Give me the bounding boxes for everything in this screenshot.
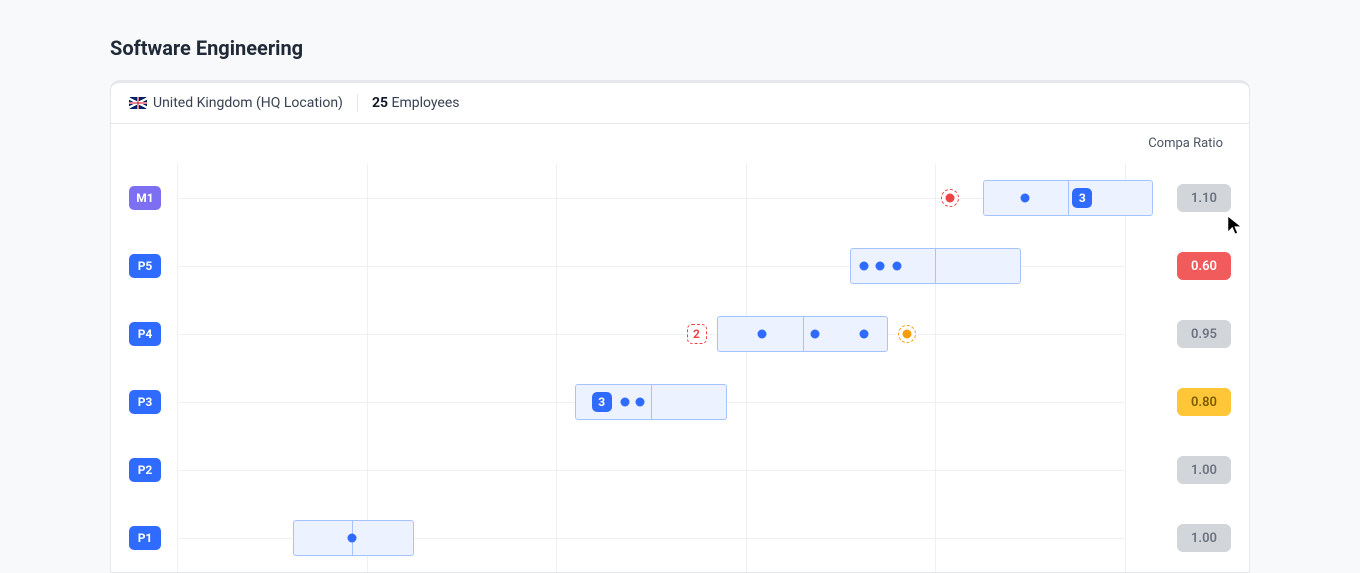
compa-ratio-header: Compa Ratio xyxy=(1148,136,1223,151)
level-badge[interactable]: P2 xyxy=(129,458,161,482)
band-midpoint xyxy=(651,385,652,419)
location: United Kingdom (HQ Location) xyxy=(129,95,343,111)
level-badge[interactable]: P1 xyxy=(129,526,161,550)
employee-dot[interactable] xyxy=(757,330,766,339)
salary-track: 3 xyxy=(177,368,1125,436)
level-badge[interactable]: P5 xyxy=(129,254,161,278)
band-midpoint xyxy=(935,249,936,283)
compa-ratio-pill[interactable]: 0.95 xyxy=(1177,320,1231,348)
location-label: United Kingdom (HQ Location) xyxy=(153,95,343,111)
compa-ratio-pill[interactable]: 0.80 xyxy=(1177,388,1231,416)
level-badge[interactable]: M1 xyxy=(129,186,161,210)
card-header: United Kingdom (HQ Location) 25 Employee… xyxy=(111,83,1249,124)
level-row-p1: P1 1.00 xyxy=(129,504,1231,572)
level-row-p3: P3 3 0.80 xyxy=(129,368,1231,436)
salary-track: 2 xyxy=(177,300,1125,368)
salary-track xyxy=(177,436,1125,504)
flag-icon-uk xyxy=(129,97,147,109)
employee-cluster-chip[interactable]: 3 xyxy=(592,392,612,412)
salary-track xyxy=(177,504,1125,572)
band-midpoint xyxy=(1068,181,1069,215)
compensation-card: United Kingdom (HQ Location) 25 Employee… xyxy=(110,80,1250,573)
below-band-cluster-chip[interactable]: 2 xyxy=(687,324,707,344)
salary-track: 3 xyxy=(177,164,1125,232)
compa-ratio-pill[interactable]: 0.60 xyxy=(1177,252,1231,280)
compa-ratio-pill[interactable]: 1.00 xyxy=(1177,524,1231,552)
band-midpoint xyxy=(803,317,804,351)
level-badge[interactable]: P4 xyxy=(129,322,161,346)
employee-dot[interactable] xyxy=(621,398,630,407)
employee-count: 25 Employees xyxy=(372,95,460,111)
compa-chart: Compa Ratio M131.10P50.60P420.95P330.80P… xyxy=(111,124,1249,572)
compa-ratio-pill[interactable]: 1.10 xyxy=(1177,184,1231,212)
compa-ratio-pill[interactable]: 1.00 xyxy=(1177,456,1231,484)
employee-dot[interactable] xyxy=(635,398,644,407)
employee-dot[interactable] xyxy=(860,330,869,339)
employee-dot[interactable] xyxy=(860,262,869,271)
employee-dot[interactable] xyxy=(893,262,902,271)
employee-dot[interactable] xyxy=(1021,194,1030,203)
employee-dot[interactable] xyxy=(348,534,357,543)
page-title: Software Engineering xyxy=(110,36,1250,60)
level-row-m1: M1 3 1.10 xyxy=(129,164,1231,232)
employee-cluster-chip[interactable]: 3 xyxy=(1072,188,1092,208)
divider xyxy=(357,94,358,112)
outlier-dot[interactable] xyxy=(902,330,911,339)
employee-dot[interactable] xyxy=(811,330,820,339)
salary-track xyxy=(177,232,1125,300)
level-row-p2: P2 1.00 xyxy=(129,436,1231,504)
outlier-dot[interactable] xyxy=(945,194,954,203)
employee-dot[interactable] xyxy=(876,262,885,271)
salary-band[interactable] xyxy=(983,180,1154,216)
level-row-p5: P5 0.60 xyxy=(129,232,1231,300)
level-badge[interactable]: P3 xyxy=(129,390,161,414)
level-row-p4: P4 2 0.95 xyxy=(129,300,1231,368)
